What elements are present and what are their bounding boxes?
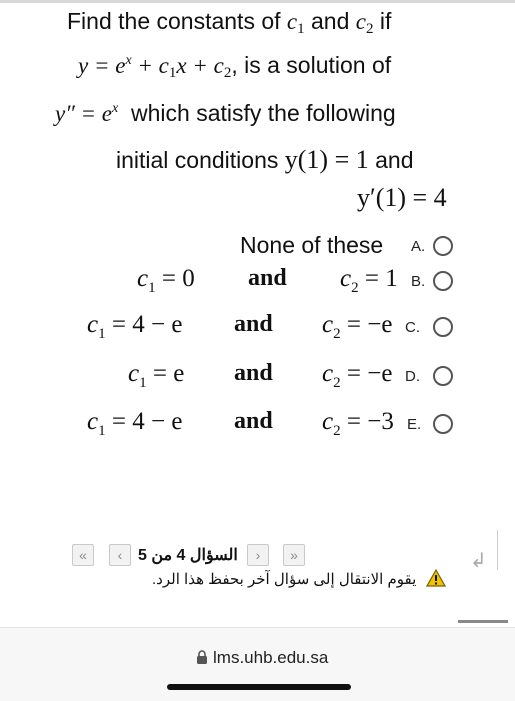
and-word: and: [311, 8, 350, 34]
option-b[interactable]: c1 = 0 and c2 = 1 B.: [0, 265, 515, 301]
double-right-icon[interactable]: »: [283, 544, 305, 566]
option-e-letter: E.: [407, 416, 422, 433]
option-e-and: and: [234, 408, 273, 434]
url-text[interactable]: lms.uhb.edu.sa: [213, 648, 328, 668]
option-d-letter: D.: [405, 368, 420, 385]
question-line-1: Find the constants of c1 and c2 if: [67, 8, 391, 38]
left-icon[interactable]: ‹: [109, 544, 131, 566]
c1-symbol: c1: [286, 9, 305, 37]
divider: [497, 530, 498, 570]
condition-2: y′(1) = 4: [357, 183, 447, 212]
which-text: which satisfy the following: [131, 100, 396, 126]
and-word: and: [375, 147, 414, 173]
top-edge-bar: [0, 0, 515, 3]
option-e[interactable]: c1 = 4 − e and c2 = −3 E.: [0, 408, 515, 444]
if-word: if: [379, 8, 392, 34]
option-b-and: and: [248, 265, 287, 291]
question-line-2: y = ex + c1x + c2, is a solution of: [78, 52, 391, 82]
home-indicator[interactable]: [167, 684, 351, 690]
double-left-icon[interactable]: «: [72, 544, 94, 566]
initial-conditions-text: initial conditions: [116, 147, 279, 173]
option-e-radio[interactable]: [433, 414, 453, 434]
right-icon[interactable]: ›: [247, 544, 269, 566]
question-line-5: y′(1) = 4: [357, 183, 447, 213]
option-e-c1: c1 = 4 − e: [87, 408, 183, 439]
question-line-4: initial conditions y(1) = 1 and: [116, 145, 414, 175]
option-e-c2: c2 = −3: [322, 408, 394, 439]
condition-1: y(1) = 1: [284, 145, 369, 174]
save-warning-text: يقوم الانتقال إلى سؤال آخر بحفظ هذا الرد…: [152, 571, 417, 588]
option-a-letter: A.: [411, 238, 426, 255]
question-line-3: y″ = ex which satisfy the following: [55, 100, 396, 127]
option-d-radio[interactable]: [433, 366, 453, 386]
option-c-radio[interactable]: [433, 317, 453, 337]
option-c[interactable]: c1 = 4 − e and c2 = −e C.: [0, 311, 515, 347]
solution-equation: y = ex + c1x + c2: [78, 53, 232, 81]
option-d-c2: c2 = −e: [322, 360, 393, 391]
option-c-and: and: [234, 311, 273, 337]
solution-text: , is a solution of: [231, 52, 392, 78]
option-a-text: None of these: [240, 232, 384, 258]
ode-equation: y″ = ex: [55, 101, 119, 126]
lock-icon: [197, 650, 207, 664]
option-b-radio[interactable]: [433, 271, 453, 291]
option-c-c2: c2 = −e: [322, 311, 393, 342]
warning-icon: [426, 569, 446, 587]
option-b-c2: c2 = 1: [340, 265, 398, 296]
option-b-c1: c1 = 0: [137, 265, 195, 296]
return-arrow-icon[interactable]: ↲: [470, 548, 487, 573]
scroll-indicator: [458, 620, 508, 623]
option-c-letter: C.: [405, 319, 420, 336]
option-b-letter: B.: [411, 273, 426, 290]
question-counter: السؤال 4 من 5: [138, 547, 238, 564]
option-c-c1: c1 = 4 − e: [87, 311, 183, 342]
option-a[interactable]: None of these A.: [0, 230, 515, 266]
option-a-radio[interactable]: [433, 236, 453, 256]
option-d-c1: c1 = e: [128, 360, 185, 391]
question-text: Find the constants of: [67, 8, 281, 34]
option-d[interactable]: c1 = e and c2 = −e D.: [0, 360, 515, 396]
c2-symbol: c2: [355, 9, 374, 37]
option-d-and: and: [234, 360, 273, 386]
